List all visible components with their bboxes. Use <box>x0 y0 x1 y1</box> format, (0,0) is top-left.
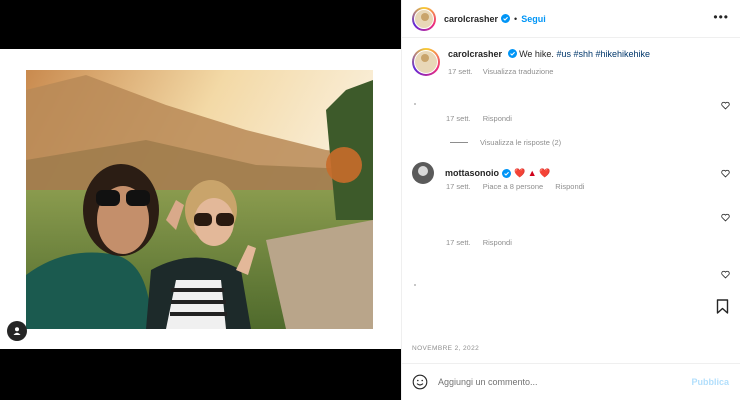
comment-emojis: ❤️ ▲ ❤️ <box>514 167 551 178</box>
tagged-users-button[interactable] <box>7 321 27 341</box>
view-replies-label: Visualizza le risposte (2) <box>480 138 562 147</box>
post-date[interactable]: NOVEMBRE 2, 2022 <box>412 345 479 352</box>
comment-likes[interactable]: Piace a 8 persone <box>483 182 543 191</box>
author-avatar[interactable] <box>412 6 436 31</box>
like-comment-heart-icon[interactable] <box>721 270 730 279</box>
like-comment-heart-icon[interactable] <box>721 101 730 110</box>
like-comment-heart-icon[interactable] <box>721 213 730 222</box>
comment-input[interactable] <box>438 377 668 387</box>
post-side-panel: carolcrasher • Segui ••• carolcrasher We… <box>401 0 740 400</box>
comment-avatar-placeholder <box>414 103 416 105</box>
post-header: carolcrasher • Segui ••• <box>402 0 740 38</box>
author-username[interactable]: carolcrasher <box>444 14 498 24</box>
caption-time[interactable]: 17 sett. <box>448 67 473 76</box>
post-photo[interactable] <box>26 70 373 329</box>
comment-meta: 17 sett. Rispondi <box>446 238 522 247</box>
reply-link[interactable]: Rispondi <box>483 114 512 123</box>
instagram-post-view: carolcrasher • Segui ••• carolcrasher We… <box>0 0 740 400</box>
comment-bar: Pubblica <box>402 364 740 400</box>
verified-badge-icon <box>501 14 511 23</box>
caption: carolcrasher We hike. #us #shh #hikehike… <box>412 48 732 78</box>
comment-row: mottasonoio ❤️ ▲ ❤️ <box>412 162 550 184</box>
commenter-username[interactable]: mottasonoio <box>445 168 499 178</box>
comment-time[interactable]: 17 sett. <box>446 238 471 247</box>
separator-dot: • <box>514 13 518 24</box>
caption-hashtags[interactable]: #us #shh #hikehikehike <box>556 49 650 59</box>
view-replies-link[interactable]: Visualizza le risposte (2) <box>450 138 561 147</box>
caption-username[interactable]: carolcrasher <box>448 49 502 59</box>
translate-link[interactable]: Visualizza traduzione <box>483 67 554 76</box>
comment-meta: 17 sett. Rispondi <box>446 114 522 123</box>
reply-link[interactable]: Rispondi <box>555 182 584 191</box>
caption-avatar[interactable] <box>412 48 440 76</box>
commenter-avatar[interactable] <box>412 162 434 184</box>
comment-time[interactable]: 17 sett. <box>446 182 471 191</box>
comment-avatar-placeholder <box>414 284 416 286</box>
comment-time[interactable]: 17 sett. <box>446 114 471 123</box>
publish-button[interactable]: Pubblica <box>691 377 729 387</box>
bookmark-icon[interactable] <box>716 299 729 314</box>
more-options-icon[interactable]: ••• <box>713 11 729 23</box>
reply-link[interactable]: Rispondi <box>483 238 512 247</box>
verified-badge-icon <box>502 168 511 178</box>
like-comment-heart-icon[interactable] <box>721 169 730 178</box>
comment-meta: 17 sett. Piace a 8 persone Rispondi <box>446 182 594 191</box>
emoji-icon[interactable] <box>412 374 428 390</box>
verified-badge-icon <box>507 49 517 58</box>
caption-text: We hike. <box>519 49 557 59</box>
follow-button[interactable]: Segui <box>521 14 546 24</box>
replies-divider-line <box>450 142 468 143</box>
user-icon <box>13 327 21 335</box>
media-pane <box>0 0 401 400</box>
